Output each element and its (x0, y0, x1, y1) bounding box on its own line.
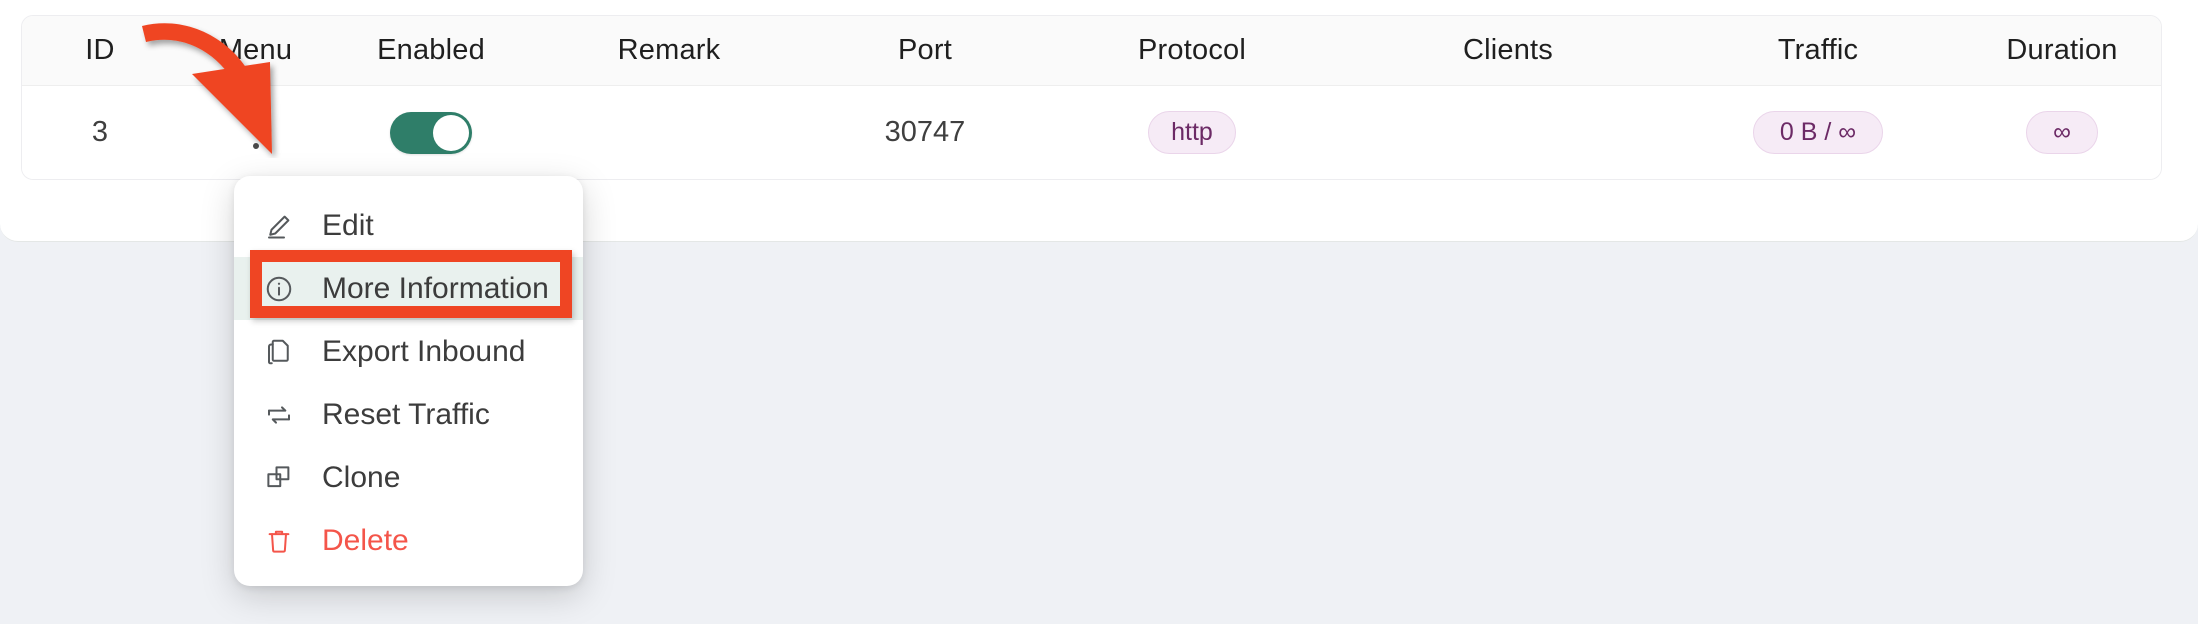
traffic-badge: 0 B / ∞ (1752, 111, 1884, 154)
pencil-icon (262, 209, 296, 243)
column-header-remark[interactable]: Remark (529, 16, 809, 85)
cell-clients (1343, 86, 1673, 179)
screen-root: ID Menu Enabled Remark Port Protocol Cli… (0, 0, 2198, 624)
menu-item-reset-traffic[interactable]: Reset Traffic (234, 383, 583, 446)
kebab-vertical-icon[interactable] (239, 109, 273, 157)
cell-remark (529, 86, 809, 179)
menu-item-label: Delete (322, 523, 409, 557)
menu-item-clone[interactable]: Clone (234, 446, 583, 509)
column-header-enabled[interactable]: Enabled (333, 16, 529, 85)
cell-menu (178, 86, 333, 179)
enabled-toggle[interactable] (390, 111, 472, 154)
cell-duration: ∞ (1963, 86, 2161, 179)
menu-item-edit[interactable]: Edit (234, 194, 583, 257)
copy-file-icon (262, 335, 296, 369)
toggle-knob (433, 114, 469, 151)
menu-item-export-inbound[interactable]: Export Inbound (234, 320, 583, 383)
protocol-badge: http (1148, 111, 1236, 154)
table-row: 3 30747 http 0 B / ∞ ∞ (22, 86, 2161, 179)
menu-item-more-information[interactable]: More Information (234, 257, 583, 320)
kebab-dot (252, 142, 259, 149)
column-header-clients[interactable]: Clients (1343, 16, 1673, 85)
kebab-dot (252, 116, 259, 123)
menu-item-label: Export Inbound (322, 334, 526, 368)
cell-port: 30747 (884, 116, 966, 148)
column-header-duration[interactable]: Duration (1963, 16, 2161, 85)
menu-item-label: Reset Traffic (322, 397, 490, 431)
column-header-port[interactable]: Port (809, 16, 1041, 85)
clone-icon (262, 461, 296, 495)
cell-enabled (333, 86, 529, 179)
info-icon (262, 272, 296, 306)
column-header-menu[interactable]: Menu (178, 16, 333, 85)
table-header-row: ID Menu Enabled Remark Port Protocol Cli… (22, 16, 2161, 86)
cell-protocol: http (1041, 86, 1343, 179)
column-header-protocol[interactable]: Protocol (1041, 16, 1343, 85)
inbounds-table-card: ID Menu Enabled Remark Port Protocol Cli… (21, 15, 2162, 180)
menu-item-label: Edit (322, 208, 374, 242)
menu-item-label: More Information (322, 271, 549, 305)
row-context-menu: Edit More Information Export Inbound Res… (234, 176, 583, 586)
menu-item-delete[interactable]: Delete (234, 509, 583, 572)
trash-icon (262, 524, 296, 558)
refresh-icon (262, 398, 296, 432)
cell-id: 3 (91, 116, 109, 148)
column-header-traffic[interactable]: Traffic (1673, 16, 1963, 85)
cell-traffic: 0 B / ∞ (1673, 86, 1963, 179)
duration-badge: ∞ (2026, 111, 2098, 154)
kebab-dot (252, 129, 259, 136)
column-header-id[interactable]: ID (22, 16, 178, 85)
menu-item-label: Clone (322, 460, 401, 494)
